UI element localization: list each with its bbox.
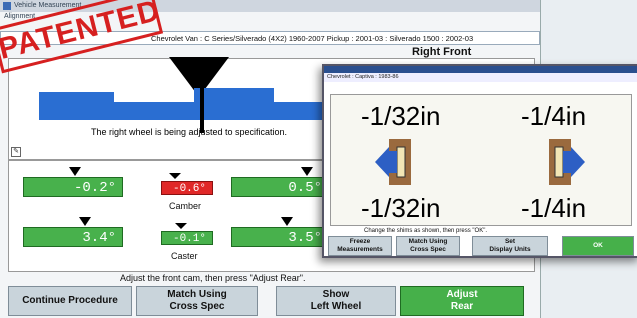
- adjust-rear-label: Adjust Rear: [446, 289, 478, 312]
- adjust-rear-button[interactable]: Adjust Rear: [400, 286, 524, 316]
- toe-bar-segment: [194, 88, 274, 120]
- popup-title-bar: [324, 66, 637, 73]
- camber-left-gauge: -0.2°: [23, 177, 123, 197]
- caster-center-gauge: -0.1°: [161, 231, 213, 245]
- ok-button[interactable]: OK: [562, 236, 634, 256]
- shim-adjustment-window: Chevrolet : Captiva : 1983-86 -1/32in -1…: [322, 64, 637, 258]
- toe-needle: [200, 81, 204, 133]
- camber-left-marker-icon: [69, 167, 81, 176]
- match-cross-spec-button[interactable]: Match Using Cross Spec: [136, 286, 258, 316]
- camber-center-gauge: -0.6°: [161, 181, 213, 195]
- popup-instruction: Change the shims as shown, then press "O…: [364, 228, 487, 234]
- camber-right-gauge: 0.5°: [231, 177, 329, 197]
- app-icon: [3, 2, 11, 10]
- camber-label: Camber: [169, 201, 202, 211]
- wheel-position-label: Right Front: [412, 46, 472, 58]
- match-label: Match Using Cross Spec: [167, 289, 227, 312]
- freeze-measurements-button[interactable]: Freeze Measurements: [328, 236, 392, 256]
- show-left-label: Show Left Wheel: [310, 289, 362, 312]
- shim-bottom-left-value: -1/32in: [361, 193, 441, 223]
- show-left-wheel-button[interactable]: Show Left Wheel: [276, 286, 396, 316]
- popup-match-cross-spec-button[interactable]: Match Using Cross Spec: [396, 236, 460, 256]
- camber-center-marker-icon: [169, 173, 181, 179]
- continue-procedure-button[interactable]: Continue Procedure: [8, 286, 132, 316]
- popup-vehicle-description: Chevrolet : Captiva : 1983-86: [324, 73, 637, 82]
- toe-message: The right wheel is being adjusted to spe…: [90, 127, 288, 137]
- caster-label: Caster: [171, 251, 198, 261]
- set-display-units-button[interactable]: Set Display Units: [472, 236, 548, 256]
- caster-right-marker-icon: [281, 217, 293, 226]
- ok-label: OK: [593, 242, 603, 249]
- right-knuckle-icon: [549, 139, 585, 185]
- popup-match-label: Match Using Cross Spec: [408, 238, 448, 253]
- left-knuckle-icon: [375, 139, 411, 185]
- toe-bar-segment: [274, 102, 319, 120]
- toe-bar-segment: [114, 102, 149, 120]
- caster-left-gauge: 3.4°: [23, 227, 123, 247]
- freeze-label: Freeze Measurements: [337, 238, 383, 253]
- status-message: Adjust the front cam, then press "Adjust…: [120, 273, 306, 283]
- caster-right-gauge: 3.5°: [231, 227, 329, 247]
- toe-bar-segment: [39, 92, 114, 120]
- pencil-icon[interactable]: ✎: [11, 147, 21, 157]
- toe-bar-segment: [149, 102, 194, 120]
- camber-right-marker-icon: [301, 167, 313, 176]
- continue-label: Continue Procedure: [22, 295, 118, 306]
- shim-bottom-right-value: -1/4in: [521, 193, 587, 223]
- shim-top-right-value: -1/4in: [521, 101, 587, 131]
- shim-diagram-panel: -1/32in -1/4in -1/32in -1/4in: [330, 94, 632, 226]
- caster-center-marker-icon: [175, 223, 187, 229]
- caster-left-marker-icon: [79, 217, 91, 226]
- shim-top-left-value: -1/32in: [361, 101, 441, 131]
- units-label: Set Display Units: [489, 238, 531, 253]
